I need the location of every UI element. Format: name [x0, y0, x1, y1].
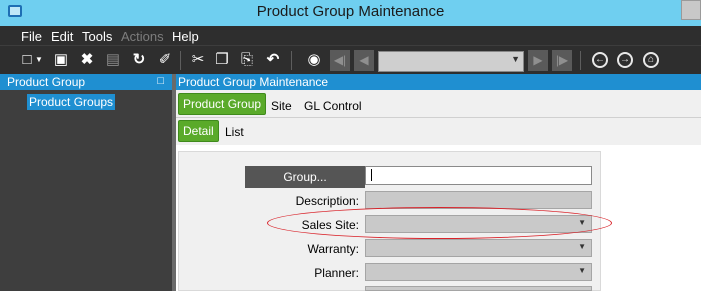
menu-bar: File Edit Tools Actions Help	[0, 26, 701, 45]
pin-icon[interactable]: □	[157, 75, 164, 87]
toolbar: □ ▼ ▣ ✖ ▤ ↻ ✐ ✂ ❐ ⎘ ↶ ◉ ◀| ◀ ▼ ▶ |▶ ← → …	[0, 45, 701, 74]
warranty-label: Warranty:	[307, 242, 359, 256]
forward-icon[interactable]: →	[617, 52, 633, 68]
tab-list[interactable]: List	[225, 125, 244, 139]
toolbar-separator	[291, 51, 292, 70]
menu-edit[interactable]: Edit	[51, 29, 73, 44]
toolbar-separator	[180, 51, 181, 70]
tree-panel-title: Product Group	[7, 75, 86, 89]
warranty-combo[interactable]: ▼	[365, 239, 592, 257]
chevron-down-icon: ▼	[578, 266, 586, 275]
tree-panel-header: Product Group □	[0, 74, 172, 90]
annotation-ellipse	[267, 207, 612, 239]
home-icon[interactable]: ⌂	[643, 52, 659, 68]
cut-icon[interactable]: ✂	[189, 51, 207, 69]
group-button[interactable]: Group...	[245, 166, 365, 188]
sub-tab-strip: Detail List	[176, 118, 701, 145]
app-icon[interactable]	[8, 5, 22, 17]
tree-item-product-groups[interactable]: Product Groups	[27, 94, 116, 110]
menu-actions: Actions	[121, 29, 164, 44]
toolbar-separator	[580, 51, 581, 70]
tab-detail[interactable]: Detail	[178, 120, 219, 142]
tab-site[interactable]: Site	[271, 99, 292, 113]
delete-icon[interactable]: ✖	[78, 51, 96, 69]
planner-combo[interactable]: ▼	[365, 263, 592, 281]
tab-product-group[interactable]: Product Group	[178, 93, 267, 115]
title-bar: Product Group Maintenance	[0, 0, 701, 26]
main-tab-strip: Product Group Site GL Control	[176, 90, 701, 118]
description-field[interactable]	[365, 191, 592, 209]
description-label: Description:	[295, 194, 359, 208]
copy-icon[interactable]: ❐	[213, 51, 231, 69]
next-field-partial[interactable]	[365, 286, 592, 291]
record-navigator-combo[interactable]: ▼	[378, 51, 524, 72]
planner-label: Planner:	[314, 266, 359, 280]
save-icon[interactable]: ▣	[52, 51, 70, 69]
tree-panel	[0, 90, 172, 291]
menu-tools[interactable]: Tools	[82, 29, 112, 44]
dropdown-icon[interactable]: ▼	[34, 51, 44, 69]
clear-icon[interactable]: ✐	[156, 51, 174, 69]
binoculars-icon[interactable]: ◉	[305, 51, 323, 69]
open-book-icon: ▤	[105, 51, 121, 68]
main-panel-header: Product Group Maintenance	[176, 74, 701, 90]
first-icon[interactable]: ◀|	[330, 50, 350, 71]
chevron-down-icon: ▼	[511, 54, 520, 64]
menu-file[interactable]: File	[21, 29, 42, 44]
undo-icon[interactable]: ↶	[264, 51, 282, 69]
paste-icon[interactable]: ⎘	[238, 51, 256, 69]
back-icon[interactable]: ←	[592, 52, 608, 68]
next-icon[interactable]: ▶	[528, 50, 548, 71]
last-icon[interactable]: |▶	[552, 50, 572, 71]
chevron-down-icon: ▼	[578, 242, 586, 251]
refresh-icon[interactable]: ↻	[130, 51, 148, 69]
menu-help[interactable]: Help	[172, 29, 199, 44]
group-field[interactable]	[365, 166, 592, 185]
window-title: Product Group Maintenance	[256, 3, 445, 20]
previous-icon[interactable]: ◀	[354, 50, 374, 71]
window-controls[interactable]	[681, 0, 701, 20]
tab-gl-control[interactable]: GL Control	[304, 99, 362, 113]
text-caret	[371, 169, 372, 181]
